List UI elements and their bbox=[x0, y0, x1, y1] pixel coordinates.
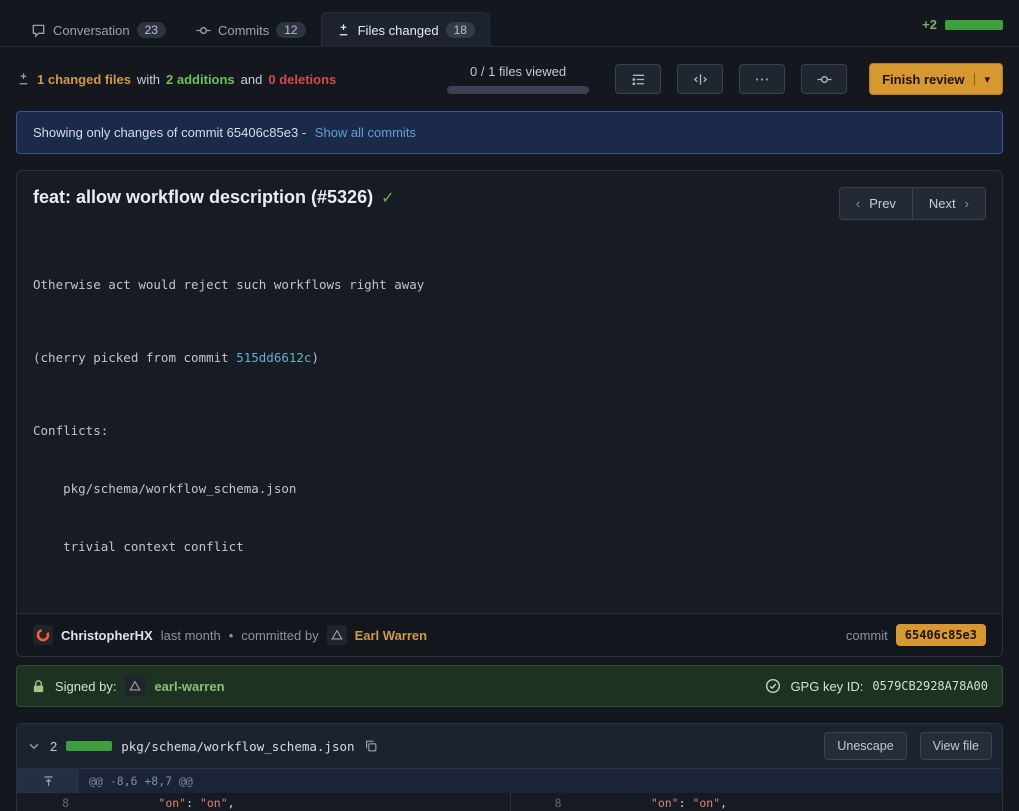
commit-hash-badge[interactable]: 65406c85e3 bbox=[896, 624, 986, 646]
copy-path-icon[interactable] bbox=[364, 739, 378, 753]
lock-icon bbox=[31, 679, 46, 694]
commit-label: commit bbox=[846, 628, 888, 643]
collapse-file-chevron-icon[interactable] bbox=[27, 739, 41, 753]
summary-text: and bbox=[241, 72, 263, 87]
tab-label: Files changed bbox=[358, 23, 439, 38]
tab-count: 18 bbox=[446, 22, 475, 38]
gpg-key-value: 0579CB2928A78A00 bbox=[872, 679, 988, 693]
diff-view-toggle-button[interactable] bbox=[677, 64, 723, 94]
file-diff-header: 2 pkg/schema/workflow_schema.json Unesca… bbox=[17, 724, 1002, 769]
file-additions-count: 2 bbox=[50, 739, 57, 754]
signed-by-label: Signed by: bbox=[55, 679, 116, 694]
author-avatar[interactable] bbox=[33, 625, 53, 645]
gpg-key-label: GPG key ID: bbox=[790, 679, 863, 694]
commit-filter-banner: Showing only changes of commit 65406c85e… bbox=[16, 111, 1003, 154]
summary-text: with bbox=[137, 72, 160, 87]
unfold-up-icon bbox=[42, 775, 55, 788]
commit-icon bbox=[196, 23, 211, 38]
split-diff: @@ -8,6 +8,7 @@ 8 "on": "on",8 "on": "on… bbox=[17, 769, 1002, 811]
diff-options-button[interactable]: ⋯ bbox=[739, 64, 785, 94]
tab-label: Commits bbox=[218, 23, 269, 38]
files-viewed-bar bbox=[447, 86, 589, 94]
prev-commit-button[interactable]: ‹ Prev bbox=[840, 188, 913, 219]
tab-files-changed[interactable]: Files changed 18 bbox=[321, 12, 490, 47]
diff-icon bbox=[336, 23, 351, 38]
diff-code-line: "on": "on", bbox=[572, 793, 1003, 811]
commit-title-text: feat: allow workflow description (#5326) bbox=[33, 187, 373, 208]
commit-icon bbox=[817, 72, 832, 87]
finish-review-label: Finish review bbox=[882, 72, 964, 87]
file-diffstat-bar bbox=[66, 741, 112, 751]
committer-avatar[interactable] bbox=[327, 625, 347, 645]
banner-text: Showing only changes of commit 65406c85e… bbox=[33, 125, 306, 140]
file-name[interactable]: pkg/schema/workflow_schema.json bbox=[121, 739, 354, 754]
committer-link[interactable]: Earl Warren bbox=[355, 628, 428, 643]
tab-count: 23 bbox=[137, 22, 166, 38]
cherry-pick-commit-link[interactable]: 515dd6612c bbox=[236, 350, 311, 365]
unescape-button[interactable]: Unescape bbox=[824, 732, 906, 760]
file-diff-box: 2 pkg/schema/workflow_schema.json Unesca… bbox=[16, 723, 1003, 811]
commit-message-body: Otherwise act would reject such workflow… bbox=[17, 226, 1002, 613]
signature-bar: Signed by: earl-warren GPG key ID: 0579C… bbox=[16, 665, 1003, 707]
chevron-down-icon: ▾ bbox=[974, 73, 990, 86]
diff-summary-bar: 1 changed files with 2 additions and 0 d… bbox=[0, 47, 1019, 109]
tab-commits[interactable]: Commits 12 bbox=[181, 12, 321, 47]
signer-avatar[interactable] bbox=[125, 676, 145, 696]
diff-code-line: "on": "on", bbox=[79, 793, 510, 811]
commit-title: feat: allow workflow description (#5326)… bbox=[33, 187, 394, 208]
signer-link[interactable]: earl-warren bbox=[154, 679, 224, 694]
files-viewed-label: 0 / 1 files viewed bbox=[470, 64, 566, 79]
tab-label: Conversation bbox=[53, 23, 130, 38]
commit-time: last month bbox=[161, 628, 221, 643]
deletions-link[interactable]: 0 deletions bbox=[268, 72, 336, 87]
split-view-icon bbox=[693, 72, 708, 87]
tab-count: 12 bbox=[276, 22, 305, 38]
global-diff-stat: +2 bbox=[922, 17, 937, 46]
commit-author-row: ChristopherHX last month • committed by … bbox=[17, 613, 1002, 656]
additions-link[interactable]: 2 additions bbox=[166, 72, 235, 87]
finish-review-button[interactable]: Finish review ▾ bbox=[869, 63, 1003, 95]
changed-files-link[interactable]: 1 changed files bbox=[37, 72, 131, 87]
hunk-header: @@ -8,6 +8,7 @@ bbox=[79, 769, 1002, 793]
chevron-left-icon: ‹ bbox=[856, 196, 860, 211]
ellipsis-icon: ⋯ bbox=[755, 70, 770, 88]
show-all-commits-link[interactable]: Show all commits bbox=[315, 125, 416, 140]
verified-icon bbox=[765, 678, 781, 694]
pr-tabbar: Conversation 23 Commits 12 Files changed… bbox=[0, 0, 1019, 47]
view-file-button[interactable]: View file bbox=[920, 732, 992, 760]
commit-select-button[interactable] bbox=[801, 64, 847, 94]
file-tree-toggle-button[interactable] bbox=[615, 64, 661, 94]
next-commit-button[interactable]: Next › bbox=[913, 188, 985, 219]
chevron-right-icon: › bbox=[965, 196, 969, 211]
author-link[interactable]: ChristopherHX bbox=[61, 628, 153, 643]
commit-nav: ‹ Prev Next › bbox=[839, 187, 986, 220]
tab-conversation[interactable]: Conversation 23 bbox=[16, 12, 181, 47]
conversation-icon bbox=[31, 23, 46, 38]
status-check-icon: ✓ bbox=[381, 188, 394, 208]
expand-hunk-button[interactable] bbox=[17, 769, 79, 793]
changed-files-summary: 1 changed files with 2 additions and 0 d… bbox=[16, 72, 336, 87]
file-tree-icon bbox=[631, 72, 646, 87]
commit-detail-box: feat: allow workflow description (#5326)… bbox=[16, 170, 1003, 657]
diffstat-bar bbox=[945, 20, 1003, 30]
diff-icon bbox=[16, 72, 31, 87]
files-viewed-progress: 0 / 1 files viewed bbox=[447, 64, 589, 94]
diff-line-number[interactable]: 8 bbox=[510, 793, 572, 811]
diff-line-number[interactable]: 8 bbox=[17, 793, 79, 811]
